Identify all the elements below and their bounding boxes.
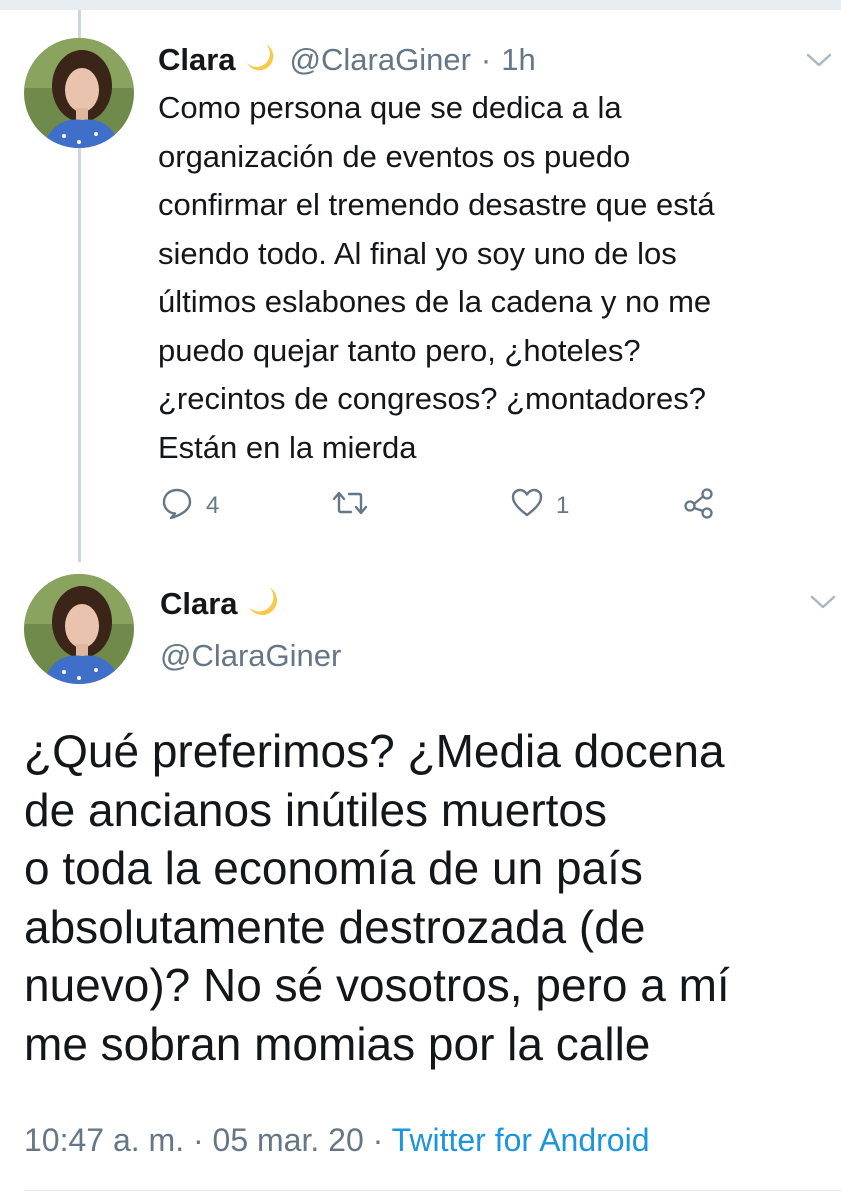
separator-dot: ·	[480, 42, 492, 77]
reply-count: 4	[206, 492, 220, 519]
tweet-metadata: 10:47 a. m. · 05 mar. 20 · Twitter for A…	[24, 1122, 649, 1159]
retweet-button[interactable]	[330, 486, 370, 526]
separator-dot: ·	[192, 1122, 204, 1158]
text-line: siendo todo. Al final yo soy uno de los	[158, 235, 677, 271]
text-line: últimos eslabones de la cadena y no me	[158, 284, 712, 319]
reply-button[interactable]: 4	[160, 486, 219, 526]
top-divider	[0, 0, 841, 10]
crescent-moon-icon	[244, 41, 278, 80]
main-tweet-author: Clara	[160, 582, 282, 626]
author-handle[interactable]: @ClaraGiner	[290, 42, 471, 78]
author-handle[interactable]: @ClaraGiner	[160, 638, 341, 674]
reply-tweet-header: Clara @ClaraGiner · 1h	[158, 40, 536, 80]
author-name[interactable]: Clara	[158, 42, 236, 78]
text-line: de ancianos inútiles muertos	[24, 783, 607, 836]
like-button[interactable]: 1	[510, 486, 569, 526]
bottom-divider	[24, 1190, 841, 1191]
chevron-down-icon[interactable]	[804, 50, 834, 70]
text-line: ¿recintos de congresos? ¿montadores?	[158, 381, 706, 416]
author-name[interactable]: Clara	[160, 586, 238, 622]
avatar[interactable]	[24, 38, 134, 148]
text-line: Están en la mierda	[158, 429, 417, 465]
reply-icon	[160, 486, 194, 527]
avatar-photo	[24, 574, 134, 684]
avatar[interactable]	[24, 574, 134, 684]
text-line: ¿Qué preferimos? ¿Media docena	[24, 725, 725, 777]
text-line: confirmar el tremendo desastre que está	[158, 187, 715, 222]
text-line: puedo quejar tanto pero, ¿hoteles?	[158, 332, 641, 368]
text-line: o toda la economía de un país	[24, 842, 643, 894]
retweet-icon	[330, 488, 370, 525]
separator-dot: ·	[372, 1122, 384, 1158]
main-tweet-text: ¿Qué preferimos? ¿Media docena de ancian…	[24, 722, 824, 1073]
share-icon	[682, 486, 716, 527]
reply-tweet-text: Como persona que se dedica a la organiza…	[158, 84, 828, 472]
avatar-photo	[24, 38, 134, 148]
share-button[interactable]	[682, 486, 716, 526]
tweet-time: 10:47 a. m.	[24, 1122, 185, 1158]
crescent-moon-icon	[246, 584, 282, 625]
tweet-source-link[interactable]: Twitter for Android	[392, 1122, 650, 1158]
text-line: nuevo)? No sé vosotros, pero a mí	[24, 959, 730, 1011]
text-line: organización de eventos os puedo	[158, 138, 631, 174]
tweet-date: 05 mar. 20	[212, 1122, 364, 1158]
like-count: 1	[556, 492, 570, 519]
text-line: absolutamente destrozada (de	[24, 900, 646, 953]
text-line: Como persona que se dedica a la	[158, 90, 622, 125]
like-icon	[510, 487, 544, 526]
chevron-down-icon[interactable]	[808, 592, 838, 612]
tweet-time-ago[interactable]: 1h	[501, 42, 535, 78]
text-line: me sobran momias por la calle	[24, 1017, 651, 1070]
